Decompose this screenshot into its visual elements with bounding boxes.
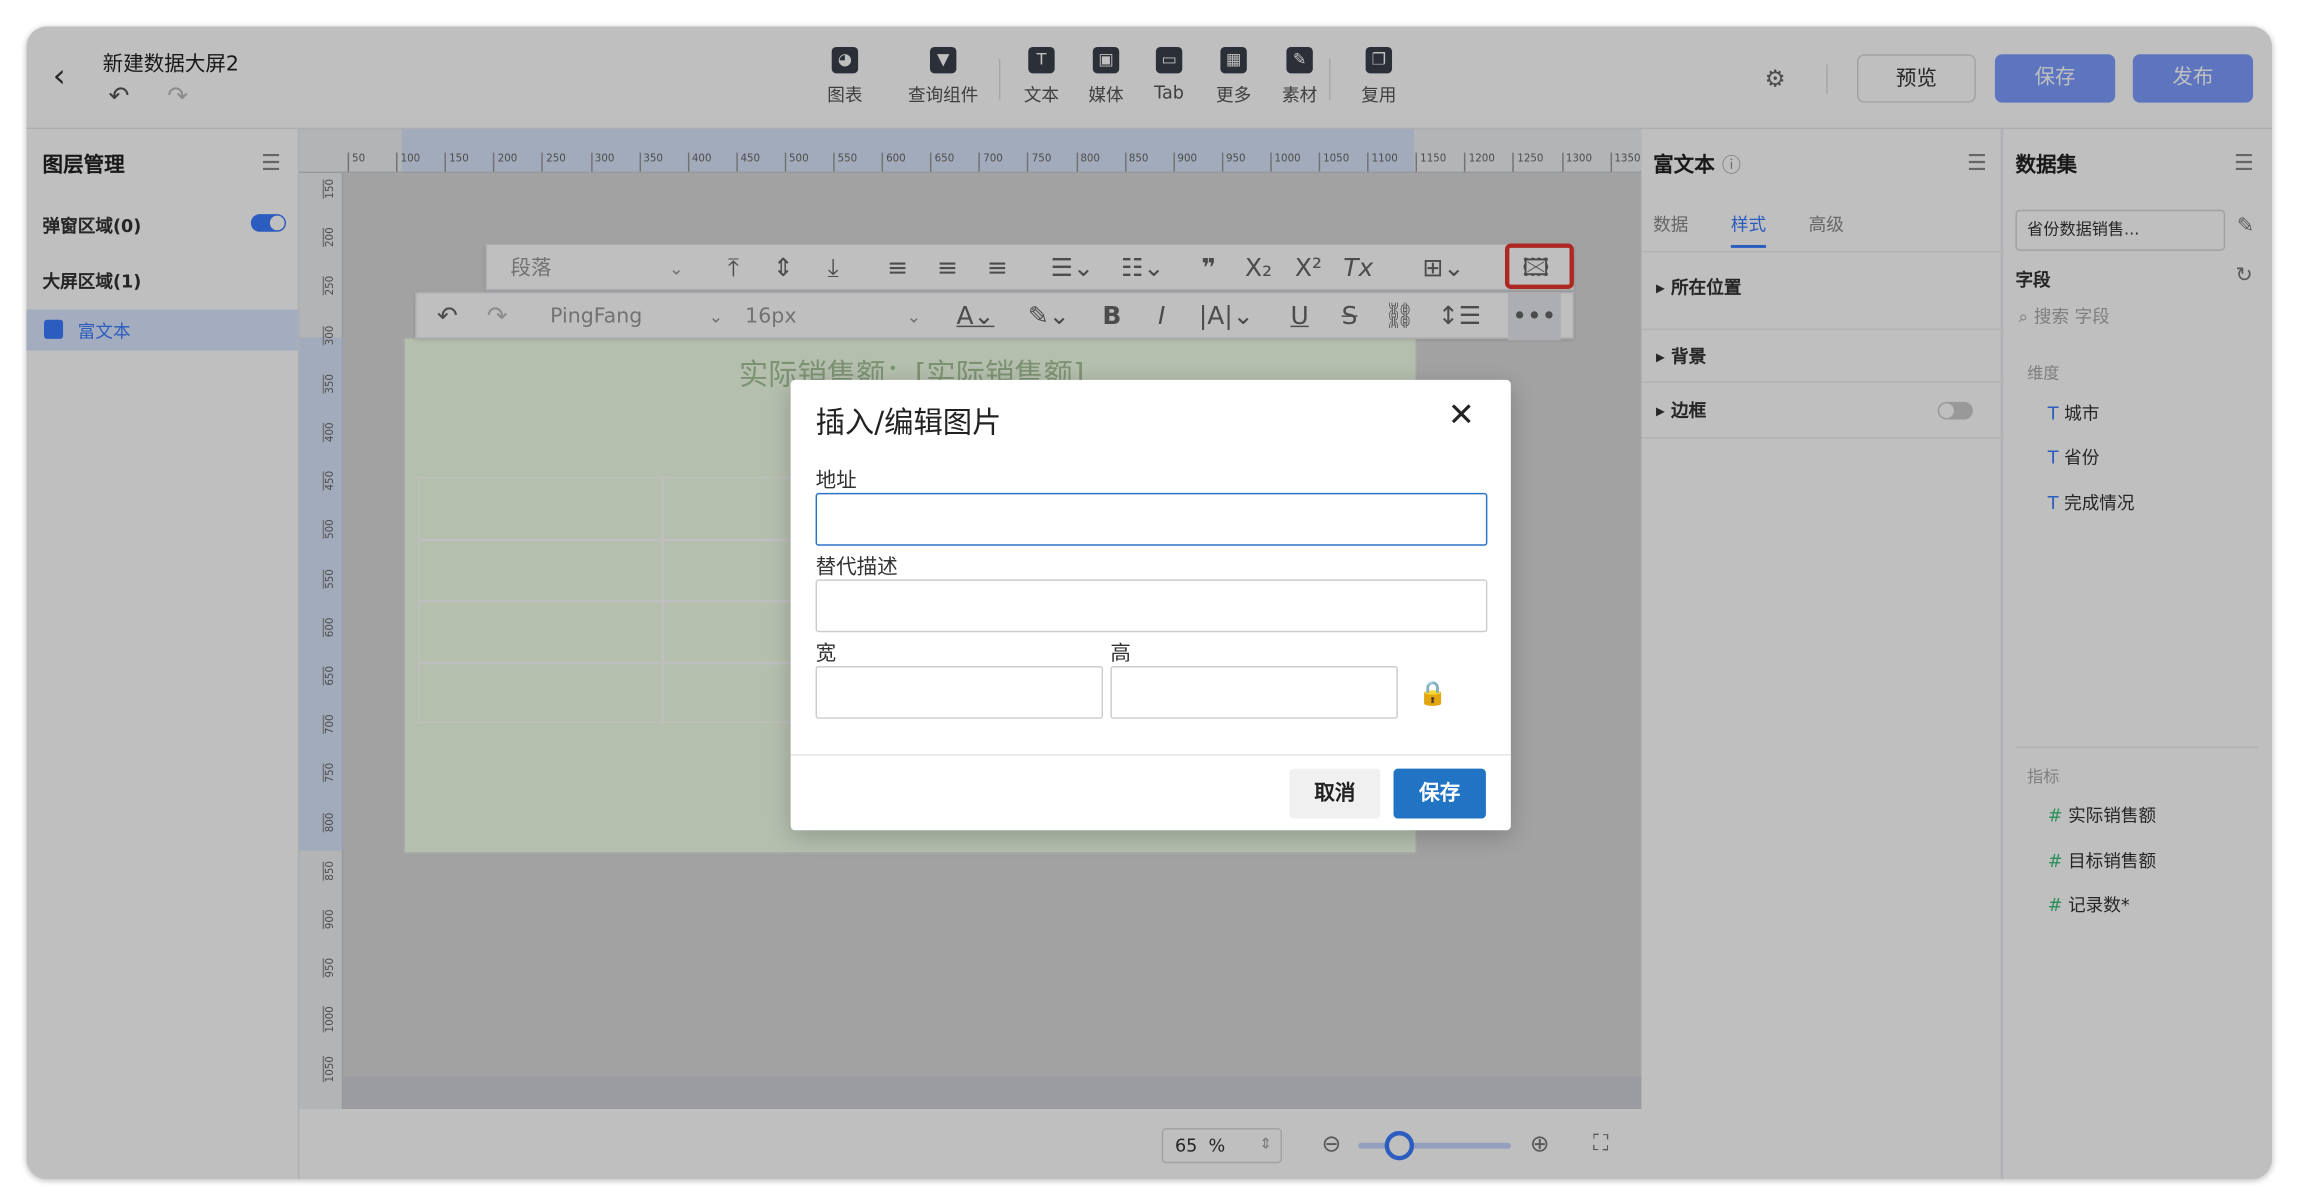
save-button[interactable]: 保存 (1393, 768, 1486, 819)
cancel-button[interactable]: 取消 (1289, 768, 1381, 819)
alt-input[interactable] (815, 579, 1488, 633)
address-label: 地址 (815, 469, 857, 493)
lock-icon[interactable]: 🔒 (1418, 679, 1447, 707)
height-label: 高 (1110, 642, 1131, 666)
width-input[interactable] (815, 665, 1104, 719)
width-label: 宽 (815, 642, 837, 666)
alt-label: 替代描述 (815, 555, 898, 580)
close-icon[interactable]: ✕ (1448, 398, 1475, 435)
address-input[interactable] (815, 492, 1488, 546)
insert-image-dialog: 插入/编辑图片 ✕ 地址 替代描述 宽 高 🔒 取消 保存 (790, 379, 1511, 831)
dialog-title: 插入/编辑图片 (815, 404, 1002, 441)
dialog-divider (790, 753, 1511, 756)
height-input[interactable] (1110, 665, 1398, 719)
